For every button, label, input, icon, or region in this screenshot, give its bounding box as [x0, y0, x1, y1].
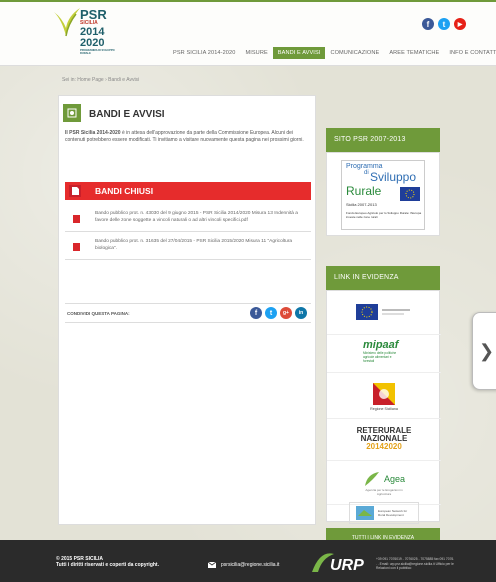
psr-2007-title[interactable]: SITO PSR 2007-2013: [326, 128, 440, 152]
nav-comunicazione[interactable]: COMUNICAZIONE: [325, 47, 384, 59]
document-icon: [69, 185, 81, 197]
sv-programma: Programma: [346, 163, 383, 170]
leaf-icon: [54, 8, 80, 37]
urp-logo-icon: URP: [312, 553, 364, 574]
bando-link[interactable]: Bando pubblico prot. n. 43030 del 9 giug…: [95, 210, 307, 224]
mipaaf-sub: Ministero delle politiche agricole alime…: [363, 350, 397, 363]
footer-email[interactable]: psrsicilia@regione.sicilia.it: [208, 562, 279, 568]
enrd-logo-icon: [356, 506, 374, 520]
main-nav: PSR SICILIA 2014-2020 MISURE BANDI E AVV…: [168, 47, 496, 59]
link-evidenza-list: mipaaf Ministero delle politiche agricol…: [326, 290, 441, 524]
rete-years: 20142020: [366, 441, 402, 451]
pdf-icon: [73, 215, 80, 223]
sidebar: SITO PSR 2007-2013 Programma di Sviluppo…: [326, 128, 441, 548]
intro-bold: Il PSR Sicilia 2014-2020: [65, 130, 121, 136]
enrd-label: European Network for Rural Development: [378, 509, 408, 517]
page-title: BANDI E AVVISI: [89, 109, 165, 120]
share-bar: CONDIVIDI QUESTA PAGINA: f t g+ in: [65, 303, 311, 323]
youtube-icon[interactable]: ▶: [454, 18, 466, 30]
share-label: CONDIVIDI QUESTA PAGINA:: [67, 311, 130, 316]
pdf-icon: [73, 243, 80, 251]
twitter-icon[interactable]: t: [265, 307, 277, 319]
chevron-right-icon: ❯: [478, 340, 495, 361]
main-content-panel: BANDI E AVVISI Il PSR Sicilia 2014-2020 …: [58, 95, 316, 525]
facebook-icon[interactable]: f: [250, 307, 262, 319]
intro-text: Il PSR Sicilia 2014-2020 è in attesa del…: [65, 130, 311, 144]
regione-sicilia-logo-icon: [373, 382, 395, 405]
sv-rurale: Rurale: [346, 184, 382, 198]
carousel-next-arrow[interactable]: ❯: [472, 312, 496, 390]
psr-2007-banner[interactable]: Programma di Sviluppo Rurale Sicilia 200…: [326, 152, 440, 236]
nav-aree-tematiche[interactable]: AREE TEMATICHE: [384, 47, 444, 59]
regione-label: Regione Siciliana: [370, 406, 398, 411]
nav-info-contatti[interactable]: INFO E CONTATTI: [444, 47, 496, 59]
mipaaf-logo-icon: mipaaf: [363, 338, 399, 351]
mail-icon: [208, 562, 216, 568]
nav-psr-sicilia[interactable]: PSR SICILIA 2014-2020: [168, 47, 240, 59]
eu-commission-logo-icon: [356, 303, 410, 320]
share-buttons: f t g+ in: [250, 307, 307, 319]
footer-contacts: +39 091 7076019 - 7076025 - 7075885 fax …: [376, 557, 455, 571]
header-social-links: f t ▶: [422, 18, 466, 30]
nav-misure[interactable]: MISURE: [240, 47, 272, 59]
bando-item[interactable]: Bando pubblico prot. n. 43030 del 9 giug…: [65, 206, 311, 232]
sv-di: di: [364, 170, 369, 176]
breadcrumb[interactable]: Sei in: Home Page › Bandi e Avvisi: [62, 77, 139, 83]
eu-flag-icon: [400, 187, 420, 201]
agea-label: Agea: [383, 473, 406, 484]
logo-subtitle: PROGRAMMA DI SVILUPPO RURALE: [80, 49, 115, 55]
link-evidenza-title: LINK IN EVIDENZA: [326, 266, 440, 290]
bandi-chiusi-header[interactable]: BANDI CHIUSI: [65, 182, 311, 200]
sv-sviluppo: Sviluppo: [370, 170, 417, 184]
facebook-icon[interactable]: f: [422, 18, 434, 30]
email-text[interactable]: psrsicilia@regione.sicilia.it: [221, 562, 279, 568]
enrd-link[interactable]: European Network for Rural Development: [327, 497, 441, 529]
urp-logo[interactable]: URP: [310, 550, 370, 576]
twitter-icon[interactable]: t: [438, 18, 450, 30]
agea-sub: Agenzia per le Erogazioni in Agricoltura: [365, 487, 403, 496]
sv-sicilia: Sicilia 2007-2013: [346, 202, 377, 207]
copyright: © 2015 PSR SICILIA Tutti i diritti riser…: [56, 556, 159, 568]
bando-item[interactable]: Bando pubblico prot. n. 31635 del 27/04/…: [65, 234, 311, 260]
bandi-page-icon: [63, 104, 81, 122]
sviluppo-rurale-logo[interactable]: Programma di Sviluppo Rurale Sicilia 200…: [341, 160, 425, 230]
gplus-icon[interactable]: g+: [280, 307, 292, 319]
bando-link[interactable]: Bando pubblico prot. n. 31635 del 27/04/…: [95, 238, 307, 252]
logo-2020: 2020: [80, 37, 105, 49]
regione-sicilia-link[interactable]: Regione Siciliana: [327, 375, 441, 419]
nav-bandi-avvisi[interactable]: BANDI E AVVISI: [272, 47, 326, 59]
bandi-chiusi-title: BANDI CHIUSI: [95, 186, 154, 196]
copyright-line2: Tutti i diritti riservati e coperti da c…: [56, 562, 159, 568]
site-header: PSR SICILIA 2014 2020 PROGRAMMA DI SVILU…: [0, 2, 496, 66]
site-footer: © 2015 PSR SICILIA Tutti i diritti riser…: [0, 540, 496, 582]
psr-sicilia-logo[interactable]: PSR SICILIA 2014 2020 PROGRAMMA DI SVILU…: [52, 6, 122, 62]
rete-rurale-link[interactable]: RETERURALE NAZIONALE 20142020: [327, 417, 441, 461]
linkedin-icon[interactable]: in: [295, 307, 307, 319]
agea-logo-icon: [364, 471, 379, 486]
mipaaf-link[interactable]: mipaaf Ministero delle politiche agricol…: [327, 329, 441, 373]
sv-fondo: Fondo Europeo Agricolo per lo Sviluppo R…: [346, 211, 422, 219]
urp-text: URP: [330, 557, 364, 574]
